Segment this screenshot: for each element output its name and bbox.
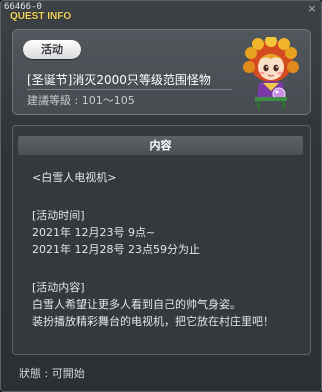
content-line: 2021年 12月23号 9点~ <box>32 226 156 239</box>
content-line: 2021年 12月28号 23点59分为止 <box>32 243 200 256</box>
content-header: 内容 <box>18 136 303 155</box>
close-icon[interactable]: × <box>307 3 317 14</box>
event-divider <box>27 89 232 90</box>
window-title: QUEST INFO <box>10 11 72 22</box>
event-summary-panel: 活动 [圣诞节]消灭2000只等级范围怪物 建議等級 : 101～105 <box>12 29 311 115</box>
girl-npc-icon <box>243 37 299 109</box>
event-tag-badge: 活动 <box>23 40 81 59</box>
content-line: [活动时间] <box>32 209 85 222</box>
recommended-level: 建議等級 : 101～105 <box>27 94 135 107</box>
quest-info-window: 66466-0 QUEST INFO × 活动 [圣诞节]消灭2000只等级范围… <box>0 0 322 392</box>
content-panel: 内容 <白雪人电视机> [活动时间] 2021年 12月23号 9点~ 2021… <box>12 125 311 355</box>
content-line: 白雪人希望让更多人看到自己的帅气身姿。 <box>32 298 241 311</box>
content-line: 装扮播放精彩舞台的电视机，把它放在村庄里吧！ <box>32 315 274 328</box>
quest-status: 狀態 : 可開始 <box>19 367 85 380</box>
content-line: <白雪人电视机> <box>32 171 117 184</box>
content-line: [活动内容] <box>32 281 85 294</box>
event-name: [圣诞节]消灭2000只等级范围怪物 <box>27 73 211 87</box>
